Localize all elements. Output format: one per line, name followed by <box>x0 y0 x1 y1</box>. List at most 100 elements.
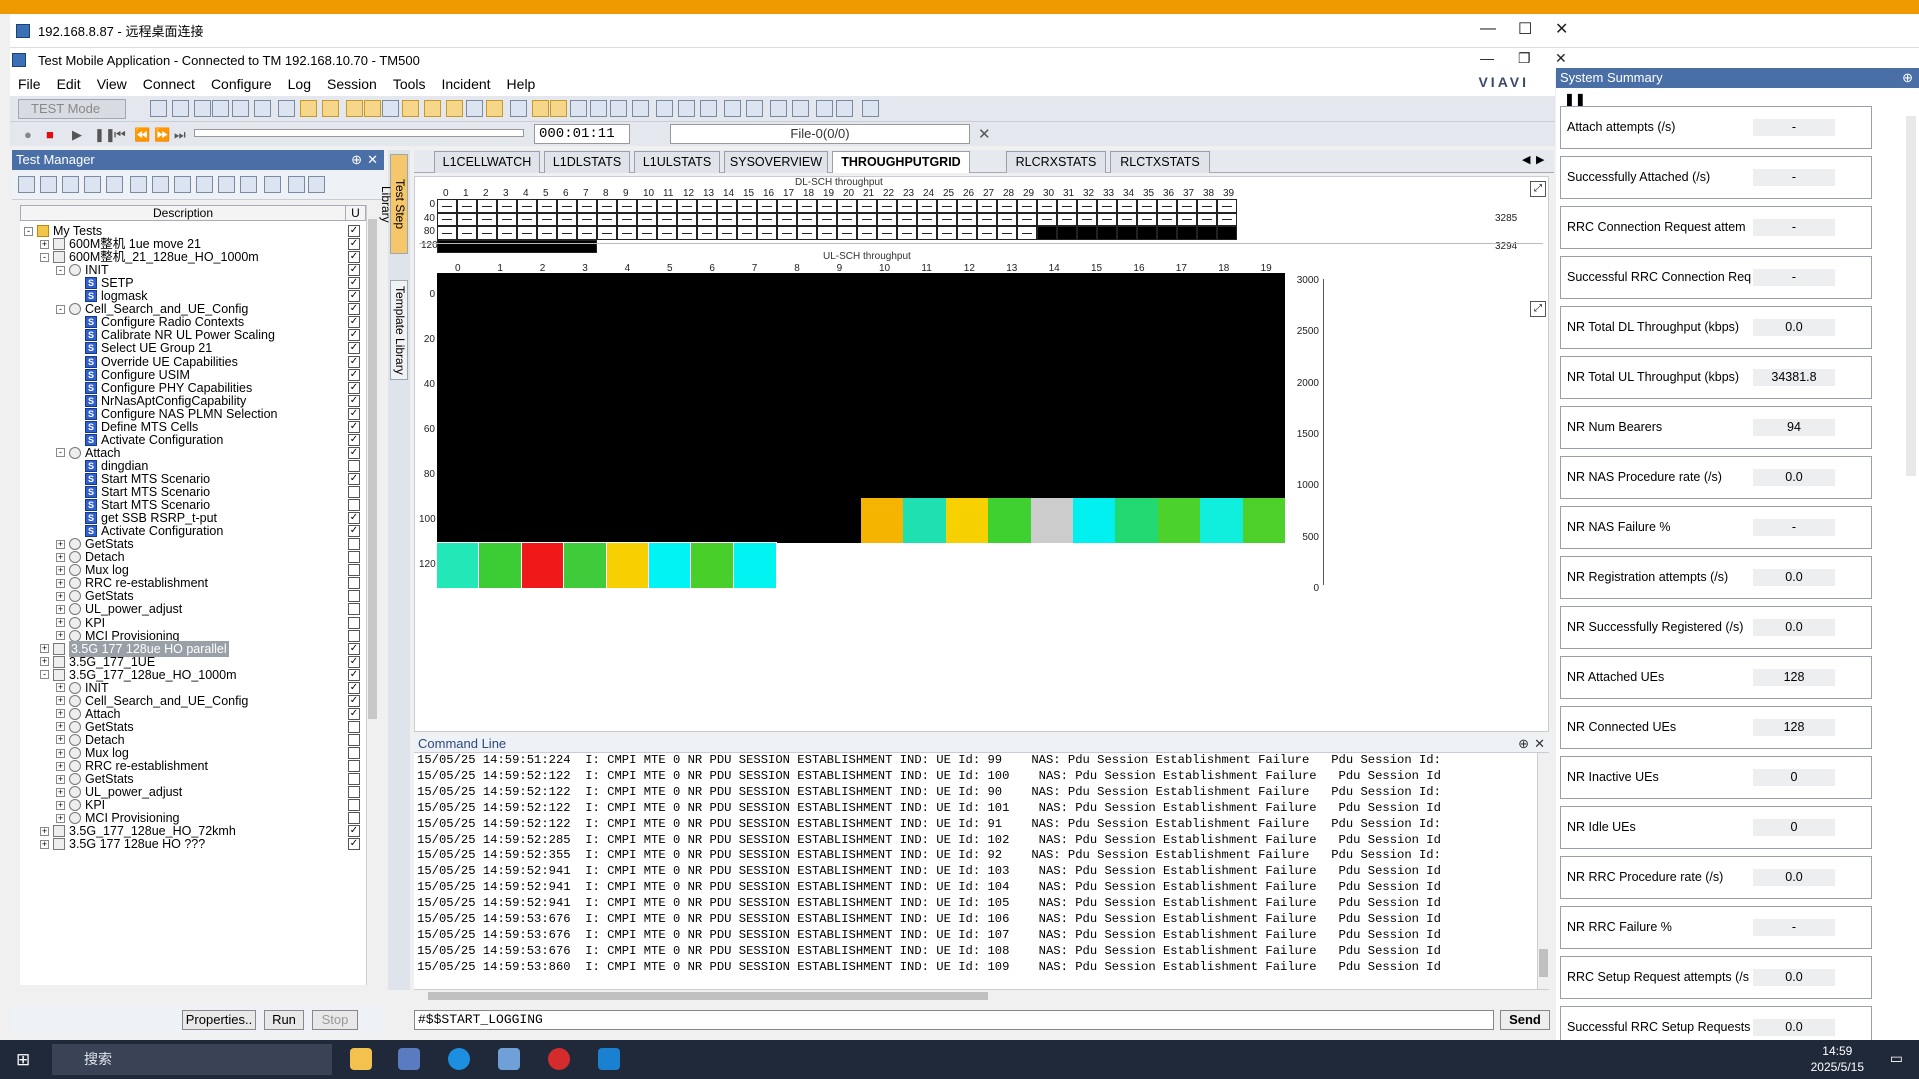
expand-toggle-icon[interactable]: + <box>56 578 65 588</box>
log-hscroll-thumb[interactable] <box>428 992 988 1000</box>
tree-checkbox[interactable]: ✓ <box>348 225 360 237</box>
tab-scroll-right-icon[interactable]: ▶ <box>1536 153 1544 166</box>
toolbar-tool-icon[interactable] <box>486 100 503 117</box>
cmd-close-icon[interactable]: ✕ <box>1534 735 1545 753</box>
tree-scroll-thumb[interactable] <box>368 219 377 719</box>
mode-select[interactable]: TEST Mode <box>18 99 126 119</box>
expand-toggle-icon[interactable]: - <box>56 265 65 275</box>
expand-toggle-icon[interactable]: + <box>56 709 65 719</box>
log-vscroll-thumb[interactable] <box>1539 949 1548 977</box>
expand-toggle-icon[interactable]: + <box>56 539 65 549</box>
toolbar-tool-icon[interactable] <box>364 100 381 117</box>
tree-checkbox[interactable]: ✓ <box>348 329 360 342</box>
dl-zoom-icon[interactable]: ⤢ <box>1530 181 1546 197</box>
tree-checkbox[interactable]: ✓ <box>348 446 360 459</box>
expand-toggle-icon[interactable]: + <box>40 839 49 849</box>
toolbar-tool-icon[interactable] <box>550 100 567 117</box>
tree-checkbox[interactable]: ✓ <box>348 290 360 303</box>
menu-view[interactable]: View <box>97 76 127 92</box>
toolbar-tool-icon[interactable] <box>402 100 419 117</box>
toolbar-tool-icon[interactable] <box>724 100 741 117</box>
toolbar-tool-icon[interactable] <box>700 100 717 117</box>
manager-tool-icon[interactable] <box>288 176 305 193</box>
toolbar-tool-icon[interactable] <box>770 100 787 117</box>
tree-checkbox[interactable]: ✓ <box>348 838 360 851</box>
tree-checkbox[interactable]: ✓ <box>348 525 360 538</box>
tab-rlcrxstats[interactable]: RLCRXSTATS <box>1006 151 1106 173</box>
rewind-icon[interactable]: ⏪ <box>134 127 150 143</box>
tree-checkbox[interactable] <box>348 799 360 812</box>
panel-close-icon[interactable]: ✕ <box>367 150 378 170</box>
app-task-icon[interactable] <box>398 1048 420 1070</box>
toolbar-tool-icon[interactable] <box>862 100 879 117</box>
menu-tools[interactable]: Tools <box>393 76 426 92</box>
file-explorer-icon[interactable] <box>350 1048 372 1070</box>
toolbar-tool-icon[interactable] <box>610 100 627 117</box>
app-minimize-icon[interactable]: — <box>1480 50 1494 66</box>
toolbar-tool-icon[interactable] <box>278 100 295 117</box>
expand-toggle-icon[interactable]: + <box>56 696 65 706</box>
menu-help[interactable]: Help <box>507 76 536 92</box>
toolbar-tool-icon[interactable] <box>532 100 549 117</box>
expand-toggle-icon[interactable]: + <box>56 774 65 784</box>
toolbar-tool-icon[interactable] <box>816 100 833 117</box>
toolbar-tool-icon[interactable] <box>150 100 167 117</box>
notes-icon[interactable] <box>498 1048 520 1070</box>
toolbar-tool-icon[interactable] <box>382 100 399 117</box>
tree-checkbox[interactable] <box>348 538 360 551</box>
expand-toggle-icon[interactable]: + <box>56 748 65 758</box>
toolbar-tool-icon[interactable] <box>792 100 809 117</box>
play-icon[interactable]: ▶ <box>72 127 82 143</box>
tab-sysoverview[interactable]: SYSOVERVIEW <box>724 151 828 173</box>
tree-checkbox[interactable] <box>348 603 360 616</box>
tree-checkbox[interactable]: ✓ <box>348 238 360 251</box>
run-button[interactable]: Run <box>264 1010 304 1030</box>
menu-incident[interactable]: Incident <box>442 76 491 92</box>
toolbar-tool-icon[interactable] <box>466 100 483 117</box>
taskbar-clock[interactable]: 14:59 2025/5/15 <box>1811 1043 1864 1075</box>
send-button[interactable]: Send <box>1500 1010 1550 1030</box>
toolbar-tool-icon[interactable] <box>510 100 527 117</box>
toolbar-tool-icon[interactable] <box>678 100 695 117</box>
tree-checkbox[interactable] <box>348 733 360 746</box>
tree-checkbox[interactable] <box>348 577 360 590</box>
tree-checkbox[interactable]: ✓ <box>348 694 360 707</box>
manager-tool-icon[interactable] <box>84 176 101 193</box>
manager-tool-icon[interactable] <box>130 176 147 193</box>
tree-checkbox[interactable] <box>348 812 360 825</box>
manager-tool-icon[interactable] <box>174 176 191 193</box>
manager-tool-icon[interactable] <box>40 176 57 193</box>
tree-checkbox[interactable]: ✓ <box>348 655 360 668</box>
tree-checkbox[interactable] <box>348 760 360 773</box>
tree-checkbox[interactable] <box>348 459 360 472</box>
expand-toggle-icon[interactable]: + <box>56 761 65 771</box>
tree-checkbox[interactable] <box>348 773 360 786</box>
taskbar-search[interactable]: 搜索 <box>52 1044 332 1075</box>
rdp-close-icon[interactable]: ✕ <box>1555 19 1568 39</box>
tree-checkbox[interactable] <box>348 486 360 498</box>
first-icon[interactable]: ⏮ <box>114 127 126 143</box>
tree-checkbox[interactable]: ✓ <box>348 707 360 720</box>
summary-scrollbar[interactable] <box>1906 116 1916 476</box>
col-description[interactable]: Description <box>21 206 345 220</box>
expand-toggle-icon[interactable]: - <box>24 226 33 236</box>
tab-scroll-left-icon[interactable]: ◀ <box>1522 153 1530 166</box>
manager-tool-icon[interactable] <box>196 176 213 193</box>
toolbar-tool-icon[interactable] <box>172 100 189 117</box>
menu-session[interactable]: Session <box>327 76 377 92</box>
app-close-icon[interactable]: ✕ <box>1555 50 1567 67</box>
log-vscrollbar[interactable] <box>1537 753 1549 989</box>
expand-toggle-icon[interactable]: + <box>56 787 65 797</box>
cmd-pin-icon[interactable]: ⊕ <box>1518 735 1529 753</box>
start-icon[interactable]: ⊞ <box>16 1050 30 1070</box>
expand-toggle-icon[interactable]: - <box>56 448 65 458</box>
tree-checkbox[interactable] <box>348 499 360 512</box>
tree-checkbox[interactable] <box>348 720 360 733</box>
expand-toggle-icon[interactable]: + <box>56 735 65 745</box>
tree-checkbox[interactable]: ✓ <box>348 381 360 394</box>
expand-toggle-icon[interactable]: + <box>56 722 65 732</box>
tab-test-step-library[interactable]: Test Step Library <box>379 154 408 254</box>
tree-checkbox[interactable]: ✓ <box>348 407 360 420</box>
manager-tool-icon[interactable] <box>264 176 281 193</box>
pin-icon[interactable]: ⊕ <box>351 150 362 170</box>
